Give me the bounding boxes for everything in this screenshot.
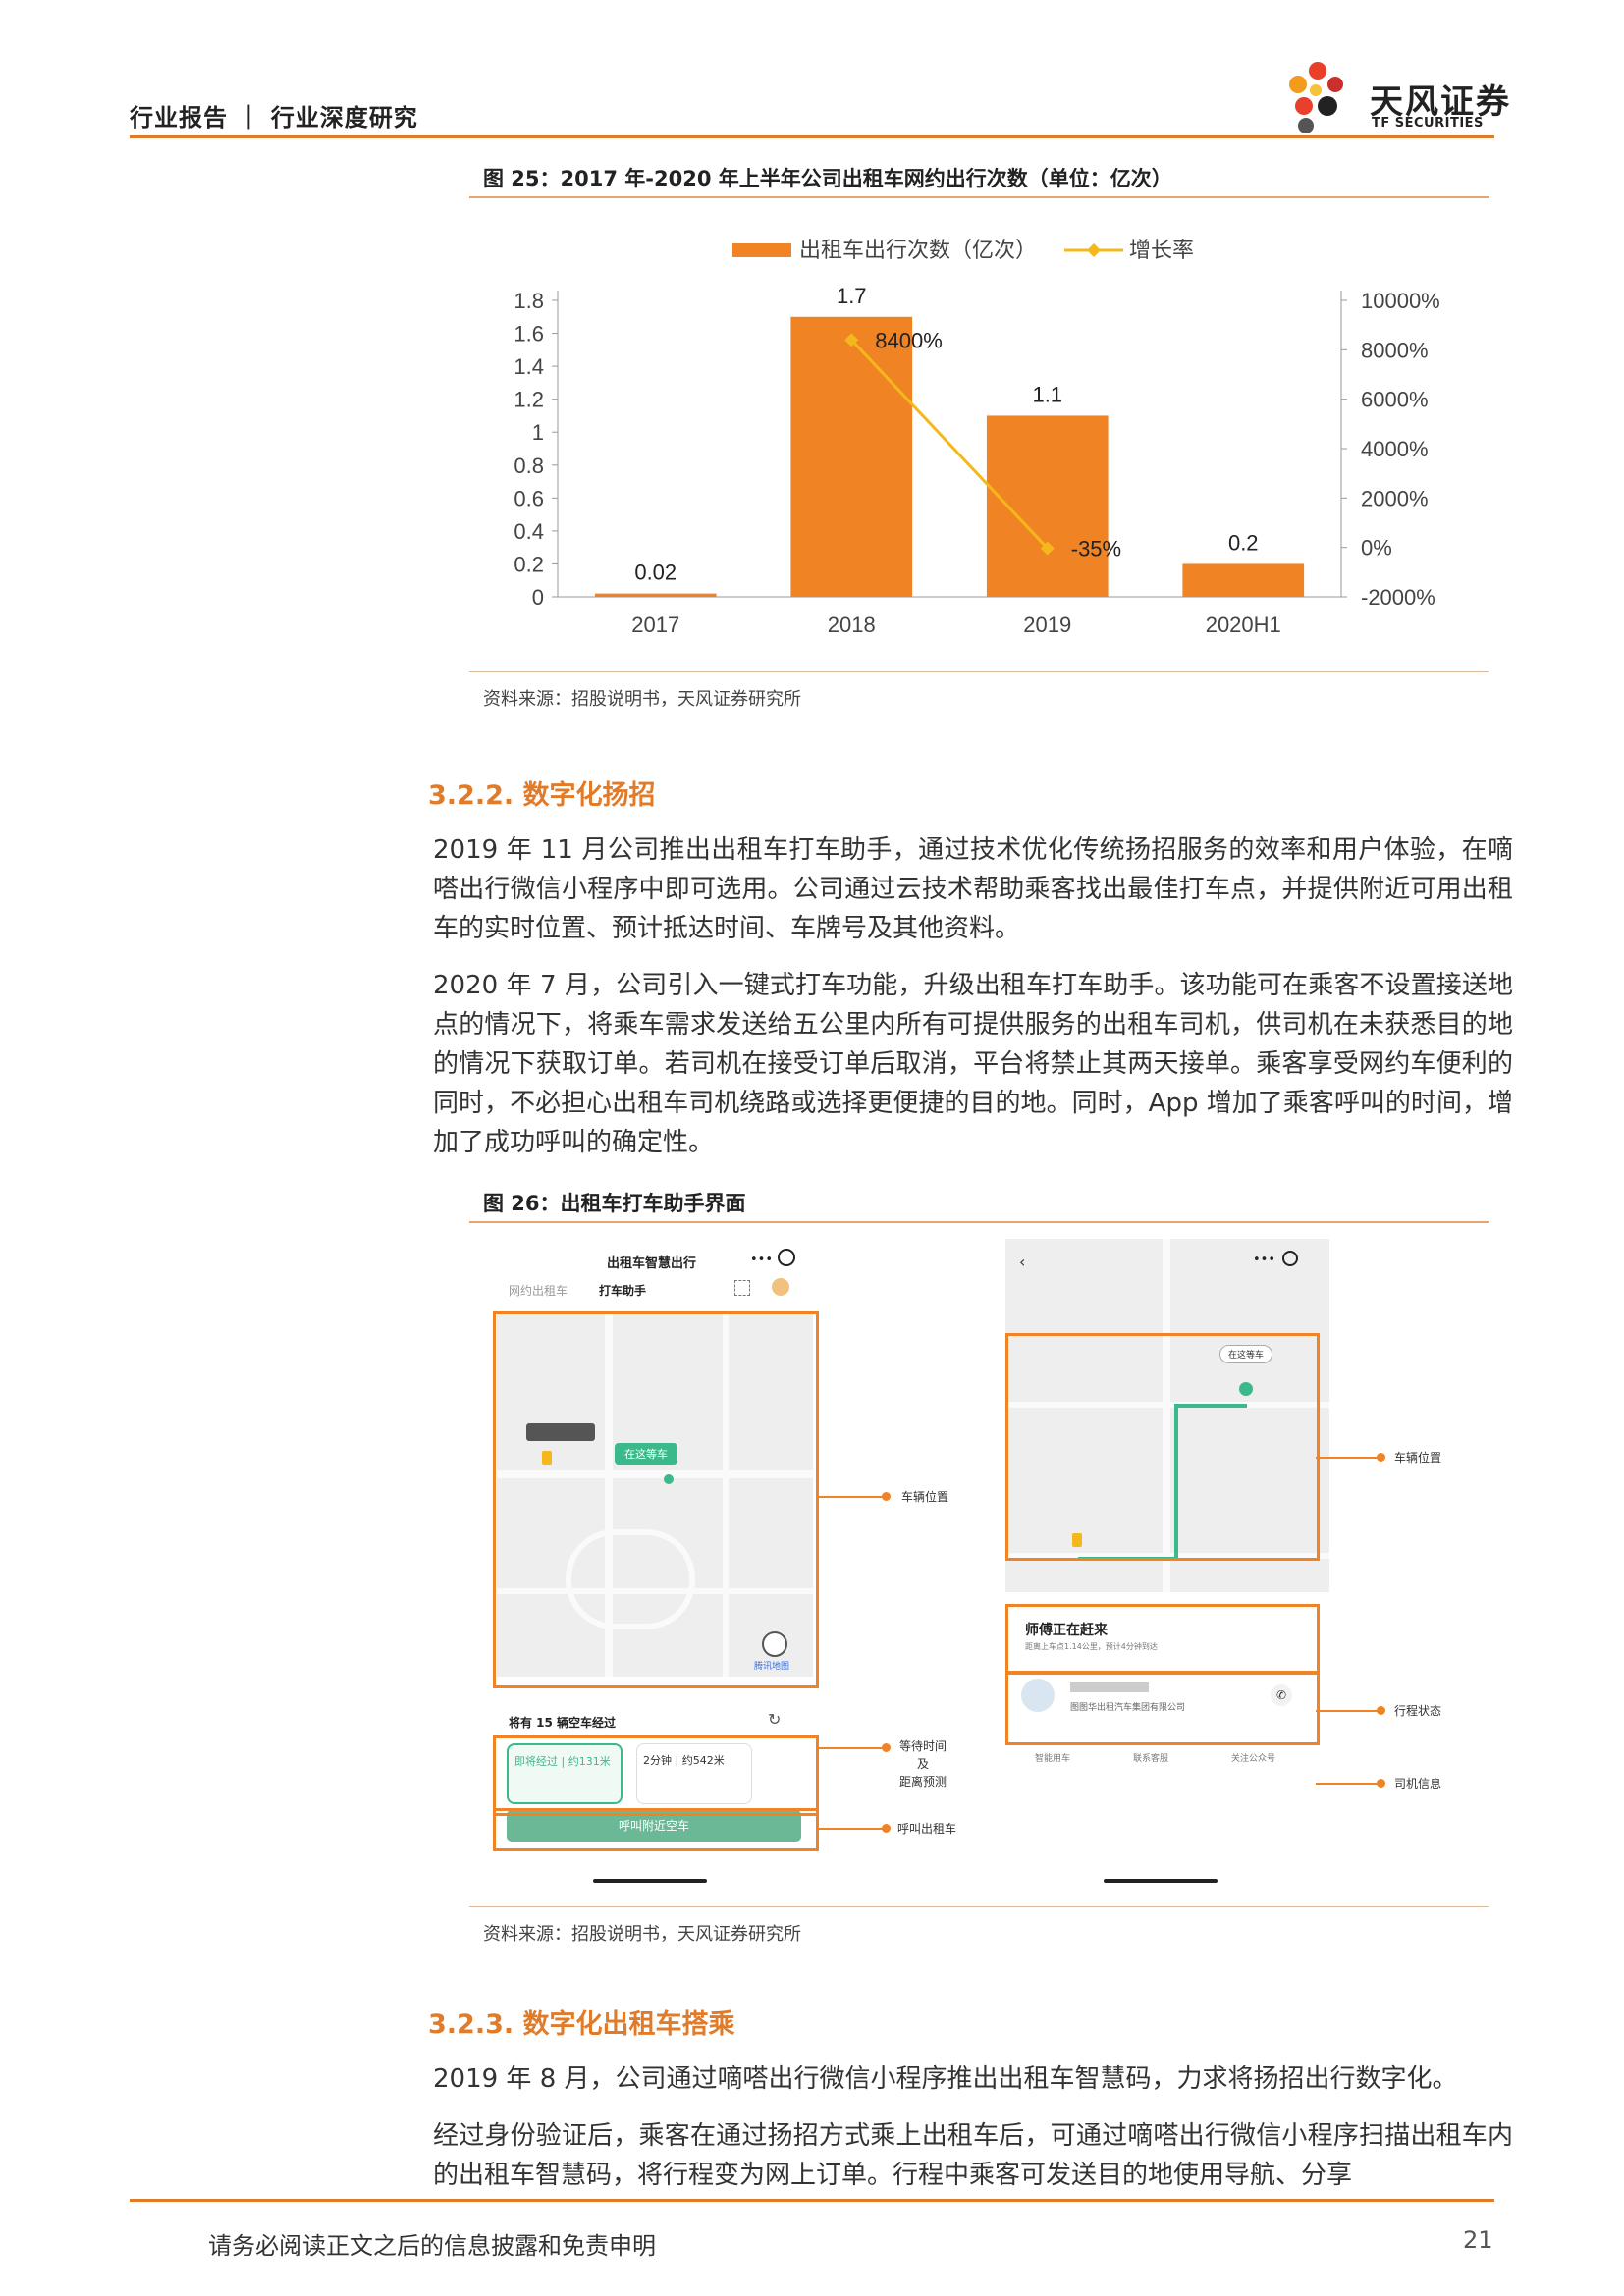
highlight-right-map	[1005, 1333, 1320, 1561]
right-nav-2: 联系客服	[1133, 1754, 1169, 1764]
scan-icon	[734, 1280, 750, 1296]
x-tick-label: 2018	[828, 613, 876, 637]
header-divider	[130, 135, 1494, 138]
right-tick-label: 2000%	[1361, 486, 1429, 510]
highlight-trip-status	[1005, 1604, 1320, 1675]
left-tick-label: 1.8	[514, 289, 544, 313]
right-tick-label: 6000%	[1361, 388, 1429, 412]
back-icon[interactable]: ‹	[1019, 1253, 1025, 1271]
footer-disclaimer: 请务必阅读正文之后的信息披露和免责申明	[208, 2232, 656, 2260]
bar-label-2017: 0.02	[634, 561, 677, 585]
right-nav-3: 关注公众号	[1231, 1754, 1276, 1764]
figure-26-source: 资料来源：招股说明书，天风证券研究所	[483, 1924, 801, 1945]
logo-en: TF SECURITIES	[1372, 116, 1484, 131]
growth-rate-label: -35%	[1071, 537, 1121, 561]
refresh-icon: ↻	[768, 1710, 782, 1729]
flower-logo-icon	[1289, 62, 1343, 133]
callout-vehicle-position-left: 车辆位置	[901, 1490, 949, 1504]
bar-label-2020H1: 0.2	[1228, 530, 1259, 555]
section-323-paragraph-1: 2019 年 8 月，公司通过嘀嗒出行微信小程序推出出租车智慧码，力求将扬招出行…	[433, 2064, 1458, 2094]
right-tick-label: 0%	[1361, 536, 1392, 561]
highlight-cards	[493, 1735, 819, 1816]
legend-bar-label: 出租车出行次数（亿次）	[799, 238, 1037, 262]
right-tick-label: -2000%	[1361, 585, 1435, 610]
header-title: 行业报告 ｜ 行业深度研究	[130, 104, 418, 132]
callout-vehicle-position-right: 车辆位置	[1394, 1451, 1442, 1465]
more-icon-right: •••	[1253, 1253, 1276, 1267]
bar-2017	[594, 593, 717, 597]
legend-line-label: 增长率	[1129, 238, 1194, 262]
right-phone-screenshot: 在这等车 ‹ ••• 师傅正在赶来 距离上车点1.14公里，预计4分钟到达 图图…	[1005, 1239, 1329, 1896]
callout-driver-info: 司机信息	[1394, 1777, 1442, 1790]
right-tick-label: 8000%	[1361, 338, 1429, 362]
figure-26-title: 图 26：出租车打车助手界面	[483, 1192, 746, 1215]
tab-ride-hailing-taxi: 网约出租车	[509, 1284, 568, 1298]
footer-divider	[130, 2199, 1494, 2202]
left-tick-label: 0.2	[514, 552, 544, 576]
figure-26-bottom-rule	[469, 1906, 1489, 1907]
section-323-heading: 3.2.3. 数字化出租车搭乘	[428, 2009, 735, 2040]
target-icon-right	[1282, 1251, 1298, 1266]
tab-taxi-helper: 打车助手	[599, 1284, 647, 1298]
highlight-map	[493, 1311, 819, 1688]
bar-2018	[790, 316, 913, 597]
page-number: 21	[1463, 2226, 1493, 2254]
figure-26-rule	[469, 1221, 1489, 1223]
legend-bar-swatch	[732, 243, 791, 257]
growth-rate-label: 8400%	[875, 328, 943, 352]
callout-wait-time: 等待时间 及 距离预测	[899, 1739, 947, 1789]
x-tick-label: 2017	[631, 613, 679, 637]
figure-25-source: 资料来源：招股说明书，天风证券研究所	[483, 689, 801, 710]
left-tick-label: 0.8	[514, 454, 544, 478]
bar-label-2018: 1.7	[837, 284, 867, 308]
figure-25-rule	[469, 196, 1489, 198]
highlight-driver-info	[1005, 1671, 1320, 1745]
empty-taxi-count: 将有 15 辆空车经过	[509, 1716, 617, 1730]
figure-25-chart: 出租车出行次数（亿次） 增长率 0 0.2 0.4 0.6 0.8 1 1.2 1.4 1.6 1.8…	[514, 238, 1440, 637]
left-tick-label: 0.6	[514, 486, 544, 510]
section-322-paragraph-2: 2020 年 7 月，公司引入一键式打车功能，升级出租车打车助手。该功能可在乘客…	[433, 971, 1513, 1157]
bar-label-2019: 1.1	[1032, 382, 1062, 406]
left-tick-label: 1.6	[514, 322, 544, 347]
left-phone-screenshot: 出租车智慧出行 ••• 网约出租车 打车助手 在这等车 腾讯地图 将有 15 辆…	[489, 1239, 823, 1896]
bar-2020H1	[1182, 563, 1305, 597]
left-tick-label: 1.4	[514, 354, 544, 379]
home-indicator	[593, 1879, 707, 1883]
callout-call-taxi: 呼叫出租车	[897, 1822, 957, 1836]
legend-line-marker	[1087, 243, 1101, 257]
x-tick-label: 2020H1	[1206, 613, 1281, 637]
more-icon: •••	[750, 1253, 774, 1267]
bar-2019	[986, 415, 1109, 597]
callout-trip-status: 行程状态	[1394, 1704, 1442, 1718]
left-phone-title: 出租车智慧出行	[607, 1256, 697, 1271]
section-322-paragraph-1: 2019 年 11 月公司推出出租车打车助手，通过技术优化传统扬招服务的效率和用…	[433, 835, 1513, 943]
left-tick-label: 1.2	[514, 388, 544, 412]
right-tick-label: 4000%	[1361, 437, 1429, 461]
left-tick-label: 1	[532, 420, 544, 445]
right-tick-label: 10000%	[1361, 289, 1440, 313]
figure-25-title: 图 25：2017 年-2020 年上半年公司出租车网约出行次数（单位：亿次）	[483, 167, 1172, 190]
section-323-paragraph-2: 经过身份验证后，乘客在通过扬招方式乘上出租车后，可通过嘀嗒出行微信小程序扫描出租…	[433, 2121, 1513, 2190]
figure-25-bottom-rule	[469, 671, 1489, 672]
x-tick-label: 2019	[1023, 613, 1071, 637]
left-tick-label: 0.4	[514, 519, 544, 544]
left-tick-label: 0	[532, 585, 544, 610]
highlight-call-button	[493, 1808, 819, 1851]
right-nav-1: 智能用车	[1035, 1754, 1071, 1764]
home-indicator-right	[1104, 1879, 1218, 1883]
section-322-heading: 3.2.2. 数字化扬招	[428, 780, 656, 811]
target-icon	[778, 1249, 795, 1266]
avatar	[772, 1278, 789, 1296]
